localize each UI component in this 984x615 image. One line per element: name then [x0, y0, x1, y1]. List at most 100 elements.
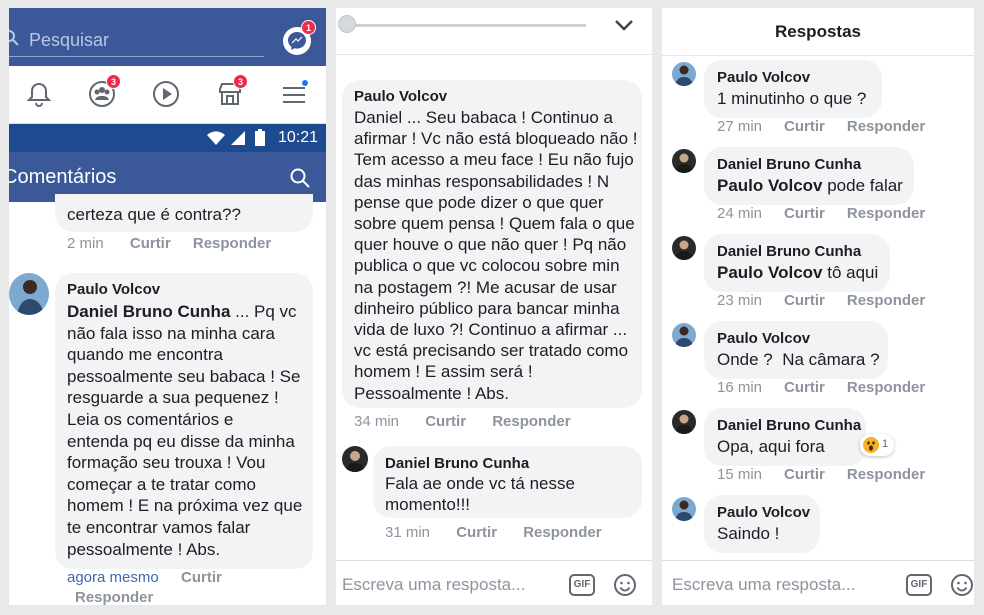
reply-line: momento!!! [385, 494, 471, 514]
comments-screen-left: Pesquisar 1 3 3 10:21 Comentários certez… [9, 8, 326, 605]
emoji-icon[interactable] [950, 573, 974, 597]
reply-author[interactable]: Daniel Bruno Cunha [385, 455, 529, 472]
comment-line: pessoalmente ! Abs. [67, 539, 221, 559]
reply-author[interactable]: Paulo Volcov [717, 330, 810, 347]
battery-icon [255, 129, 265, 146]
like-button[interactable]: Curtir [784, 205, 825, 222]
mention-link[interactable]: Paulo Volcov [717, 263, 823, 282]
replies-header: Respostas [662, 8, 974, 56]
comment-time: agora mesmo [67, 569, 159, 586]
reply-author[interactable]: Daniel Bruno Cunha [717, 156, 861, 173]
avatar[interactable] [672, 62, 696, 86]
reply-composer: Escreva uma resposta... GIF [336, 560, 652, 605]
reply-author[interactable]: Paulo Volcov [717, 504, 810, 521]
reply-bubble: Paulo Volcov Saindo ! [704, 495, 820, 553]
gif-button[interactable]: GIF [569, 574, 595, 596]
comment-line: Daniel ... Seu babaca ! Continuo a [354, 108, 613, 127]
reply-button[interactable]: Responder [75, 589, 153, 605]
comment-line: dinheiro público para bancar minha [354, 298, 620, 318]
wow-emoji-icon [863, 437, 879, 453]
person-icon [675, 65, 693, 86]
emoji-icon[interactable] [613, 573, 637, 597]
comment-author[interactable]: Paulo Volcov [354, 88, 447, 105]
comment-author[interactable]: Paulo Volcov [67, 281, 160, 298]
comment-text: certeza que é contra?? [67, 205, 241, 224]
avatar[interactable] [9, 273, 49, 315]
reply-bubble: Paulo Volcov Onde ? Na câmara ? [704, 321, 888, 379]
reply-button[interactable]: Responder [523, 524, 601, 541]
avatar[interactable] [672, 497, 696, 521]
comment-meta: 34 min Curtir Responder [354, 413, 571, 430]
reply-meta: 31 min Curtir Responder [385, 524, 602, 541]
like-button[interactable]: Curtir [784, 466, 825, 483]
avatar[interactable] [672, 149, 696, 173]
reply-body: Fala ae onde vc tá nesse momento!!! [385, 474, 575, 515]
search-icon[interactable] [289, 167, 311, 189]
reply-time: 16 min [717, 379, 763, 396]
comment-line: te encontrar vamos falar [67, 517, 251, 537]
like-button[interactable]: Curtir [784, 292, 825, 309]
video-play-icon[interactable] [151, 79, 181, 109]
reply-text: Paulo Volcov pode falar [717, 176, 903, 196]
comment-line: das minhas responsabilidades ! N [354, 171, 610, 191]
avatar[interactable] [342, 446, 368, 472]
chevron-down-icon[interactable] [613, 14, 635, 36]
like-button[interactable]: Curtir [130, 235, 171, 252]
reply-time: 24 min [717, 205, 763, 222]
like-button[interactable]: Curtir [425, 413, 466, 430]
messenger-button[interactable]: 1 [283, 20, 316, 55]
menu-icon[interactable] [279, 79, 309, 109]
like-button[interactable]: Curtir [181, 569, 222, 586]
bell-icon[interactable] [24, 79, 54, 109]
reply-author[interactable]: Paulo Volcov [717, 69, 810, 86]
reply-bubble: Daniel Bruno Cunha Paulo Volcov pode fal… [704, 147, 914, 205]
reply-meta: 24 min Curtir Responder [717, 205, 925, 222]
facebook-top-bar: Pesquisar 1 [9, 8, 326, 66]
reply-input[interactable]: Escreva uma resposta... [342, 575, 525, 595]
reply-button[interactable]: Responder [847, 292, 925, 309]
reply-button[interactable]: Responder [847, 118, 925, 135]
reply-text: 1 minutinho o que ? [717, 89, 867, 108]
replies-screen-right: Respostas Paulo Volcov 1 minutinho o que… [662, 8, 974, 605]
reply-meta: 16 min Curtir Responder [717, 379, 925, 396]
reply-button[interactable]: Responder [847, 379, 925, 396]
navigation-bar: 3 3 [9, 66, 326, 124]
gif-button[interactable]: GIF [906, 574, 932, 596]
reply-button[interactable]: Responder [847, 466, 925, 483]
reaction-badge[interactable]: 1 [860, 434, 894, 456]
reply-text-rest: tô aqui [822, 263, 879, 282]
reply-author[interactable]: Daniel Bruno Cunha [717, 243, 861, 260]
comment-bubble: Paulo Volcov Daniel ... Seu babaca ! Con… [342, 80, 642, 408]
like-button[interactable]: Curtir [784, 118, 825, 135]
reply-bubble: Daniel Bruno Cunha Fala ae onde vc tá ne… [373, 446, 642, 518]
reply-text: Opa, aqui fora [717, 437, 825, 456]
search-underline [9, 56, 264, 57]
avatar[interactable] [672, 323, 696, 347]
comment-thread-middle: Paulo Volcov Daniel ... Seu babaca ! Con… [336, 8, 652, 605]
reply-author[interactable]: Daniel Bruno Cunha [717, 417, 861, 434]
like-button[interactable]: Curtir [456, 524, 497, 541]
status-bar: 10:21 [9, 124, 326, 152]
reply-text: Saindo ! [717, 524, 780, 543]
mention-link[interactable]: Daniel Bruno Cunha [67, 302, 230, 321]
mention-link[interactable]: Paulo Volcov [717, 176, 823, 195]
search-icon[interactable] [9, 30, 19, 46]
reply-button[interactable]: Responder [492, 413, 570, 430]
signal-icon [231, 131, 245, 145]
comment-line: afirmar ! Vc não está bloqueado não ! [354, 129, 638, 149]
reply-meta: 23 min Curtir Responder [717, 292, 925, 309]
search-input[interactable]: Pesquisar [29, 30, 109, 51]
reply-bubble: Daniel Bruno Cunha Paulo Volcov tô aqui [704, 234, 890, 292]
reply-input[interactable]: Escreva uma resposta... [672, 575, 855, 595]
comment-time: 34 min [354, 413, 400, 430]
comment-line: publica o que vc colocou sobre min [354, 256, 620, 276]
comment-line: quer houve o que não quer ! Pq não [354, 235, 627, 255]
reply-button[interactable]: Responder [193, 235, 271, 252]
like-button[interactable]: Curtir [784, 379, 825, 396]
reply-button[interactable]: Responder [847, 205, 925, 222]
person-icon [675, 500, 693, 521]
avatar[interactable] [672, 410, 696, 434]
avatar[interactable] [672, 236, 696, 260]
progress-knob[interactable] [338, 15, 356, 33]
comment-body: Daniel ... Seu babaca ! Continuo a afirm… [354, 107, 638, 404]
